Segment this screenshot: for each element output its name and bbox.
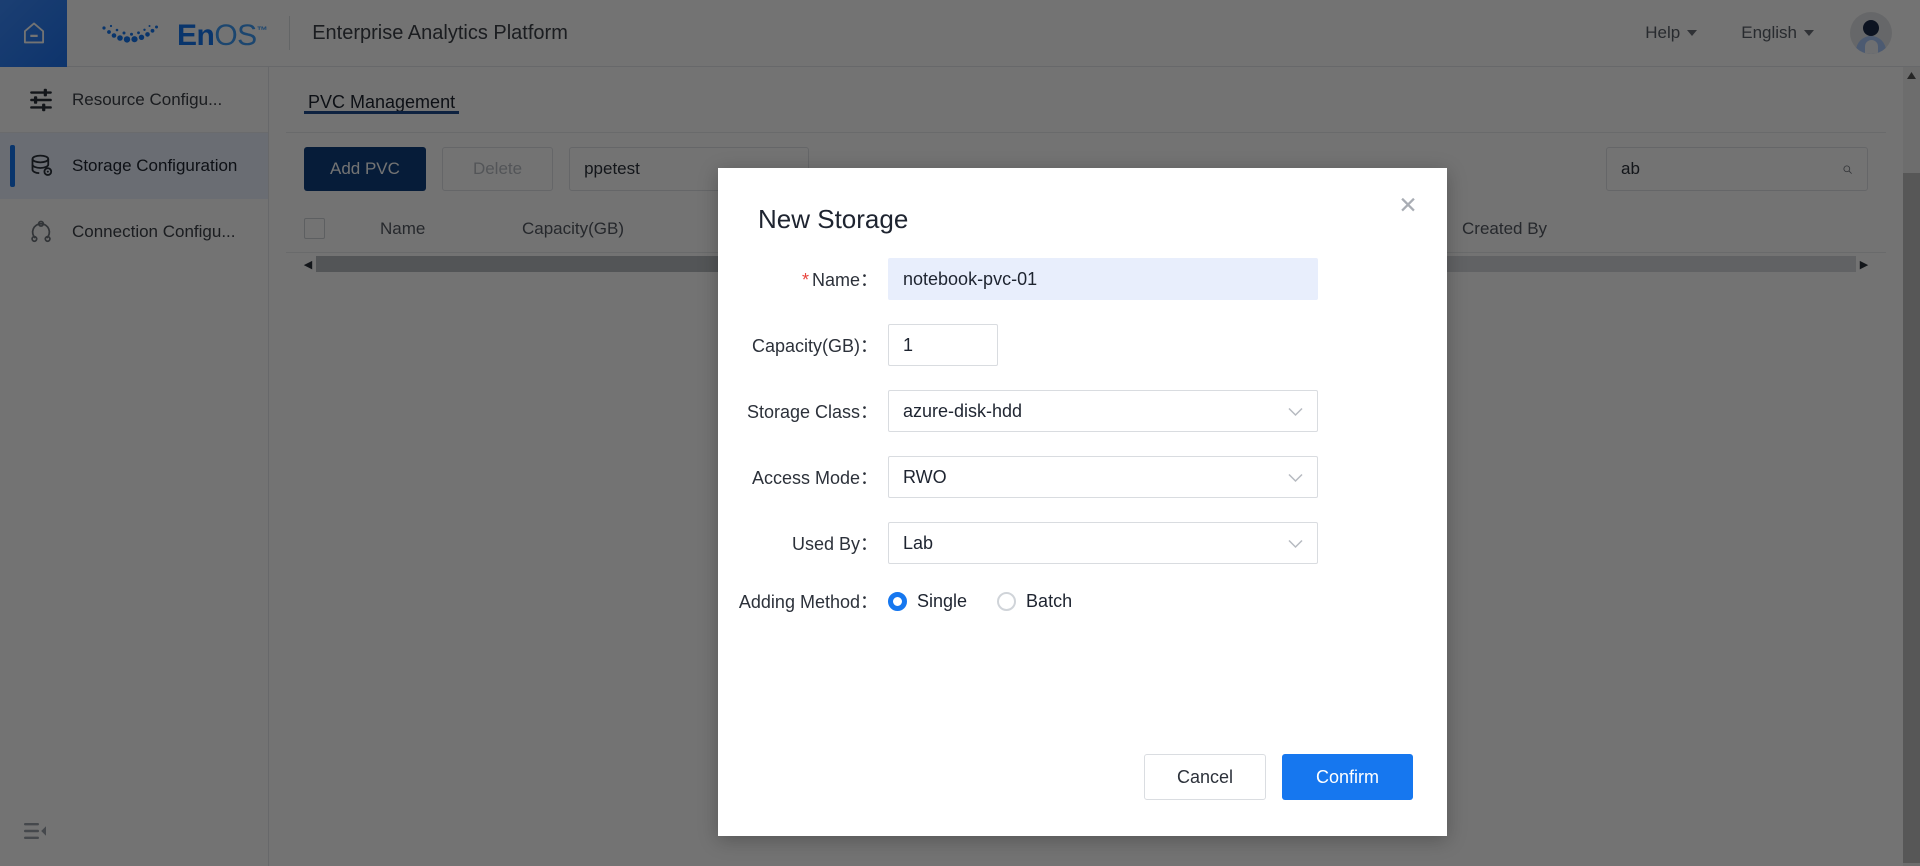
close-icon[interactable]: ✕ (1391, 188, 1425, 222)
label-storage-class: Storage Class： (746, 402, 878, 422)
access-mode-select[interactable]: RWO (888, 456, 1318, 498)
radio-option-batch[interactable]: Batch (997, 591, 1072, 612)
form-row-used-by: Used By： Lab (718, 522, 1447, 564)
name-input-value: notebook-pvc-01 (903, 268, 1038, 289)
capacity-input[interactable]: 1 (888, 324, 998, 366)
label-capacity: Capacity(GB)： (751, 336, 878, 356)
name-input[interactable]: notebook-pvc-01 (888, 258, 1318, 300)
radio-single-label: Single (917, 590, 968, 611)
label-adding-method-text: Adding Method (738, 592, 860, 612)
chevron-down-icon (1288, 401, 1303, 422)
cancel-button[interactable]: Cancel (1143, 754, 1266, 800)
label-used-by-text: Used By (791, 534, 860, 554)
label-storage-class-text: Storage Class (746, 402, 860, 422)
form-row-storage-class: Storage Class： azure-disk-hdd (718, 390, 1447, 432)
new-storage-dialog: New Storage ✕ * Name： notebook-pvc-01 Cap… (718, 168, 1447, 836)
radio-single-indicator[interactable] (888, 591, 907, 611)
used-by-select[interactable]: Lab (888, 522, 1318, 564)
radio-option-single[interactable]: Single (888, 591, 967, 612)
label-name-text: Name (811, 270, 860, 290)
new-storage-form: * Name： notebook-pvc-01 Capacity(GB)： 1 S… (718, 258, 1447, 638)
chevron-down-icon (1288, 467, 1303, 488)
required-asterisk-icon: * (801, 270, 809, 290)
dialog-footer: Cancel Confirm (1143, 754, 1413, 800)
storage-class-select[interactable]: azure-disk-hdd (888, 390, 1318, 432)
adding-method-radio-group: Single Batch (888, 591, 1072, 612)
label-capacity-text: Capacity(GB) (751, 336, 860, 356)
radio-batch-indicator[interactable] (997, 591, 1017, 611)
form-row-capacity: Capacity(GB)： 1 (718, 324, 1447, 366)
radio-batch-label: Batch (1026, 590, 1073, 611)
label-name: * Name： (801, 270, 878, 290)
form-row-name: * Name： notebook-pvc-01 (718, 258, 1447, 300)
label-used-by: Used By： (791, 534, 878, 554)
capacity-input-value: 1 (903, 334, 914, 355)
storage-class-value: azure-disk-hdd (903, 400, 1023, 421)
dialog-title: New Storage (758, 204, 909, 234)
form-row-access-mode: Access Mode： RWO (718, 456, 1447, 498)
label-access-mode-text: Access Mode (751, 468, 860, 488)
chevron-down-icon (1288, 533, 1303, 554)
used-by-value: Lab (903, 532, 934, 553)
access-mode-value: RWO (903, 466, 947, 487)
form-row-adding-method: Adding Method： Single Batch (718, 588, 1447, 614)
label-adding-method: Adding Method： (738, 592, 878, 612)
label-access-mode: Access Mode： (751, 468, 878, 488)
confirm-button[interactable]: Confirm (1281, 754, 1413, 800)
